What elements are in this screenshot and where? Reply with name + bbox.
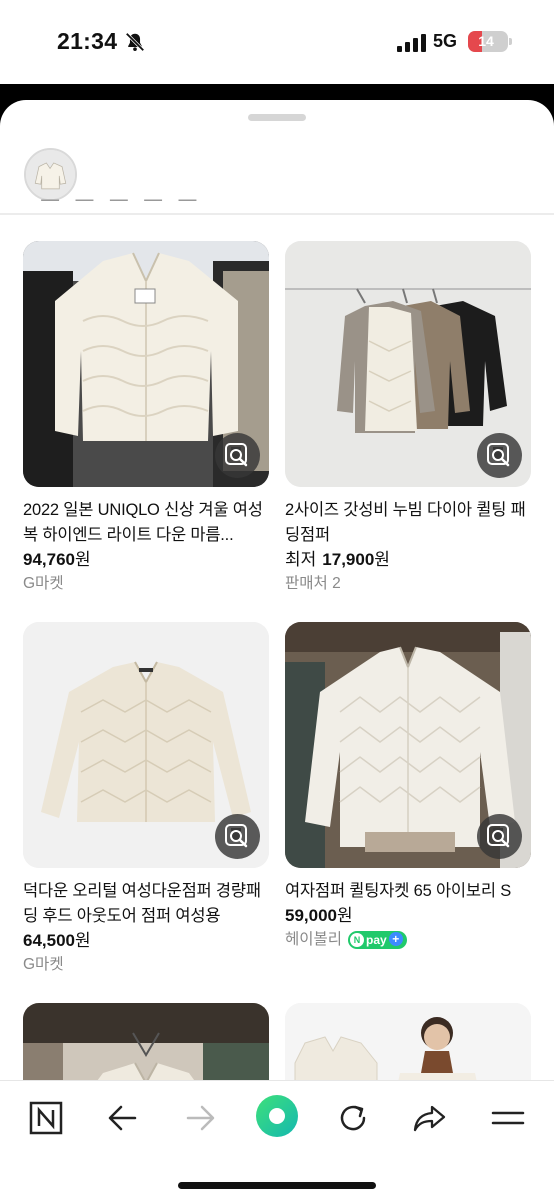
product-price: 64,500원 <box>23 929 269 953</box>
bottom-toolbar <box>0 1080 554 1200</box>
image-search-icon <box>225 443 248 467</box>
seller-row[interactable]: 헤이볼리 Npay + <box>285 928 531 952</box>
reload-icon <box>340 1105 366 1131</box>
forward-arrow-icon <box>186 1105 215 1131</box>
product-price: 59,000원 <box>285 904 531 928</box>
product-price: 94,760원 <box>23 548 269 572</box>
lowest-price-prefix: 최저 <box>285 550 317 569</box>
battery-nub <box>509 38 512 45</box>
product-title[interactable]: 덕다운 오리털 여성다운점퍼 경량패딩 후드 아웃도어 점퍼 여성용 <box>23 879 269 929</box>
reload-button[interactable] <box>331 1099 375 1137</box>
back-arrow-icon <box>108 1105 137 1131</box>
status-time: 21:34 <box>57 28 118 54</box>
menu-icon <box>491 1111 525 1125</box>
sheet-drag-handle[interactable] <box>248 114 306 121</box>
battery-icon: 14 <box>468 31 512 52</box>
product-price: 최저 17,900원 <box>285 548 531 572</box>
share-icon <box>413 1105 446 1132</box>
price-unit: 원 <box>75 550 91 569</box>
npay-badge: Npay + <box>348 930 407 949</box>
product-card[interactable]: 2022 일본 UNIQLO 신상 겨울 여성복 하이엔드 라이트 다운 마름.… <box>23 241 269 596</box>
seller-name[interactable]: G마켓 <box>23 572 269 596</box>
npay-n-icon: N <box>350 932 365 947</box>
jacket-thumbnail-icon <box>26 150 75 199</box>
price-unit: 원 <box>337 906 353 925</box>
product-card[interactable]: 2사이즈 갓성비 누빔 다이아 퀼팅 패딩점퍼 최저 17,900원 판매처 2 <box>285 241 531 596</box>
status-bar: 21:34 5G 14 <box>0 0 554 84</box>
seller-name[interactable]: 헤이볼리 <box>285 931 342 948</box>
bell-slash-icon <box>125 32 145 52</box>
visual-search-button[interactable] <box>215 814 260 859</box>
visual-search-button[interactable] <box>477 433 522 478</box>
naver-home-button[interactable] <box>24 1099 68 1137</box>
signal-bars-icon <box>397 34 426 52</box>
naver-n-icon <box>29 1101 63 1135</box>
product-card[interactable]: 덕다운 오리털 여성다운점퍼 경량패딩 후드 아웃도어 점퍼 여성용 64,50… <box>23 622 269 977</box>
battery-level: 14 <box>478 33 494 49</box>
npay-plus-icon: + <box>388 931 403 946</box>
back-button[interactable] <box>101 1099 145 1137</box>
product-image[interactable] <box>285 622 531 868</box>
product-image[interactable] <box>23 622 269 868</box>
forward-button[interactable] <box>178 1099 222 1137</box>
image-search-icon <box>487 824 510 848</box>
product-title[interactable]: 2022 일본 UNIQLO 신상 겨울 여성복 하이엔드 라이트 다운 마름.… <box>23 498 269 548</box>
product-card[interactable]: 여자점퍼 퀼팅자켓 65 아이보리 S 59,000원 헤이볼리 Npay + <box>285 622 531 952</box>
seller-name[interactable]: G마켓 <box>23 953 269 977</box>
image-search-icon <box>487 443 510 467</box>
product-image[interactable] <box>23 241 269 487</box>
header-divider <box>0 213 554 215</box>
visual-search-button[interactable] <box>215 433 260 478</box>
product-title[interactable]: 2사이즈 갓성비 누빔 다이아 퀼팅 패딩점퍼 <box>285 498 531 548</box>
share-button[interactable] <box>408 1099 452 1137</box>
product-image[interactable] <box>285 241 531 487</box>
product-title[interactable]: 여자점퍼 퀼팅자켓 65 아이보리 S <box>285 879 531 904</box>
price-unit: 원 <box>374 550 390 569</box>
home-indicator[interactable] <box>178 1182 376 1189</box>
results-sheet[interactable]: ㅡ ㅡ ㅡ ㅡ ㅡ ㅡ ㅡ ㅡ <box>0 100 554 1200</box>
price-value: 64,500 <box>23 931 75 950</box>
price-value: 94,760 <box>23 550 75 569</box>
search-image-thumbnail[interactable] <box>24 148 77 201</box>
green-dot-button[interactable] <box>254 1093 300 1139</box>
menu-button[interactable] <box>486 1099 530 1137</box>
visual-search-button[interactable] <box>477 814 522 859</box>
section-heading-cutoff: ㅡ ㅡ ㅡ ㅡ ㅡ ㅡ ㅡ ㅡ <box>40 196 202 214</box>
network-type: 5G <box>433 31 458 51</box>
green-dot-icon <box>256 1095 298 1137</box>
seller-count[interactable]: 판매처 2 <box>285 572 531 596</box>
price-value: 59,000 <box>285 906 337 925</box>
image-search-icon <box>225 824 248 848</box>
price-unit: 원 <box>75 931 91 950</box>
price-value: 17,900 <box>322 550 375 569</box>
npay-label: pay <box>366 932 387 947</box>
